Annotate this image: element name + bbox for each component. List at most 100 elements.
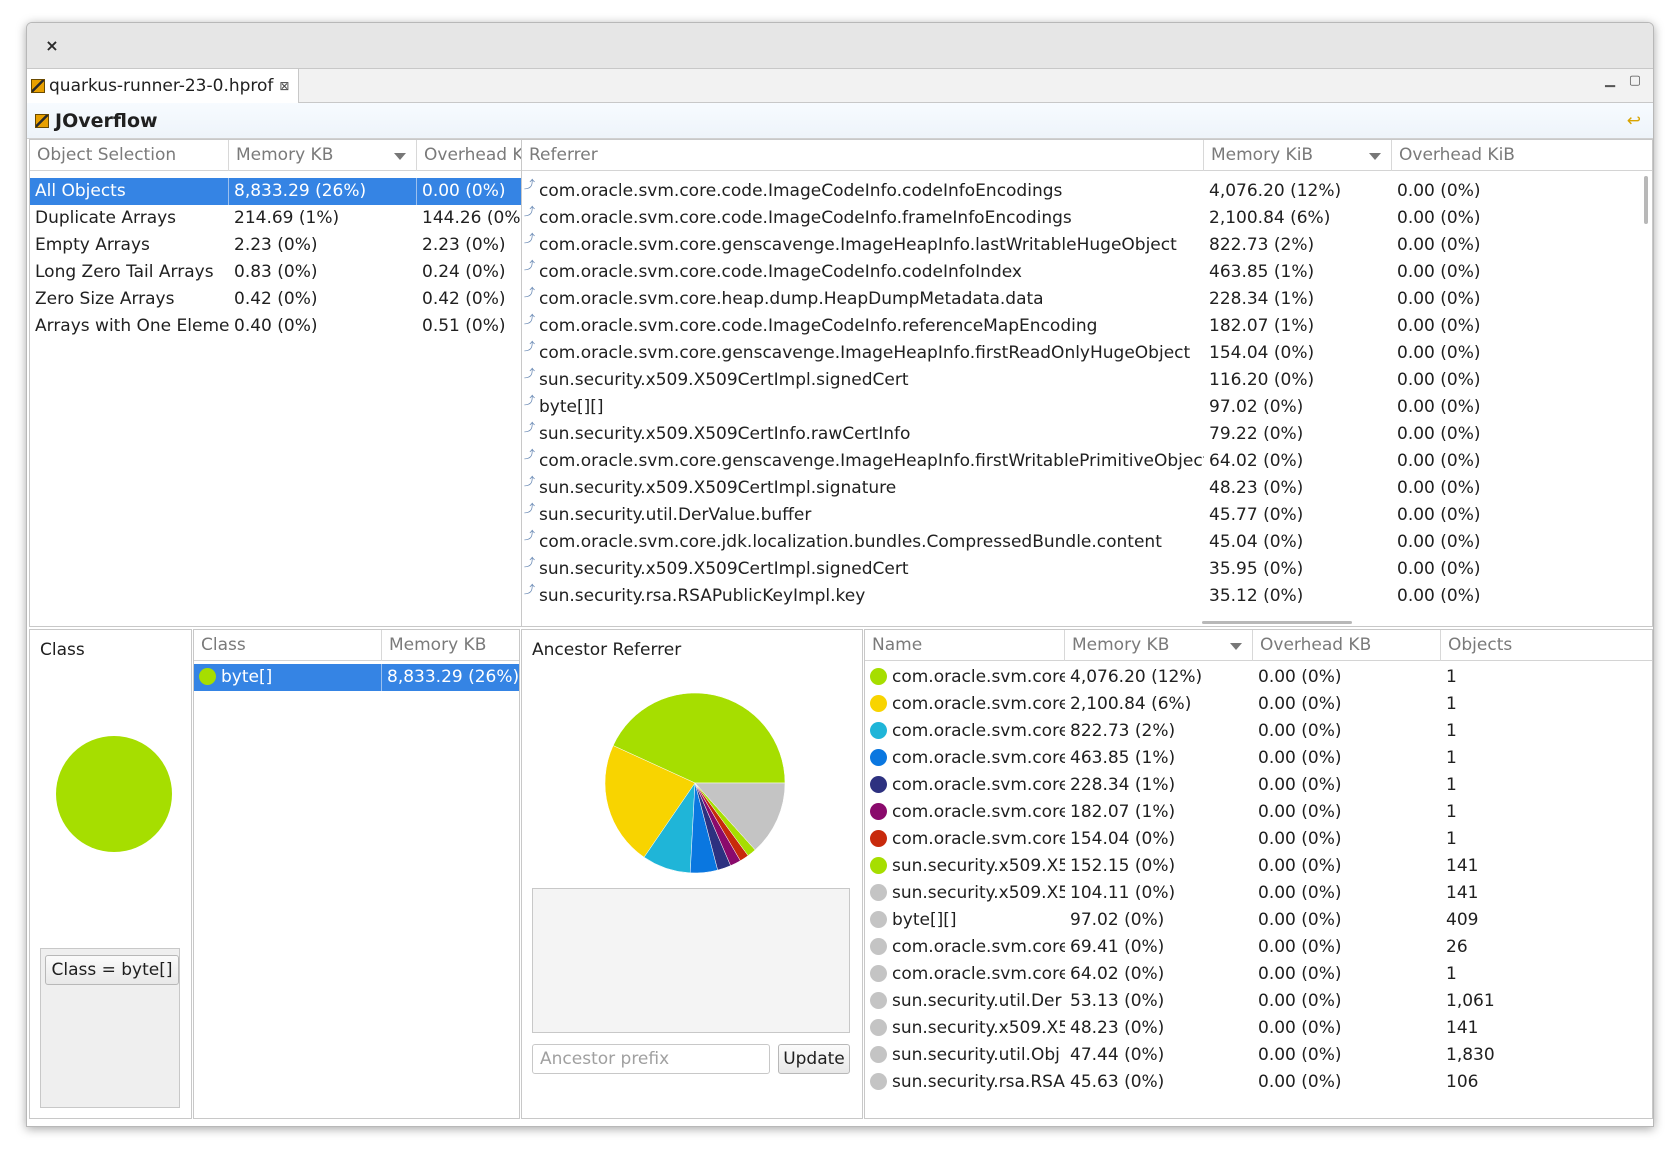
- series-color-dot: [870, 803, 887, 820]
- name-table-cell: 0.00 (0%): [1258, 883, 1342, 903]
- name-table-row[interactable]: com.oracle.svm.core 64.02 (0%) 0.00 (0%) 1: [865, 961, 1652, 988]
- name-table-cell: 69.41 (0%): [1070, 937, 1165, 957]
- name-table-row[interactable]: com.oracle.svm.core 2,100.84 (6%) 0.00 (0%…: [865, 691, 1652, 718]
- window-close-button[interactable]: ×: [41, 35, 63, 57]
- referrer-row[interactable]: ⤴ sun.security.x509.X509CertImpl.signedCe…: [522, 367, 1652, 394]
- name-table-row[interactable]: com.oracle.svm.core 69.41 (0%) 0.00 (0%) 26: [865, 934, 1652, 961]
- class-filter-button[interactable]: Class = byte[]: [45, 955, 179, 985]
- col-referrer[interactable]: Referrer: [522, 140, 1204, 171]
- referrer-row[interactable]: ⤴ com.oracle.svm.core.genscavenge.ImageHe…: [522, 448, 1652, 475]
- referrer-cell: 822.73 (2%): [1209, 235, 1315, 255]
- class-color-dot: [199, 668, 216, 685]
- referrer-row[interactable]: ⤴ sun.security.x509.X509CertInfo.rawCertI…: [522, 421, 1652, 448]
- object-selection-row[interactable]: Empty Arrays 2.23 (0%) 2.23 (0%): [30, 232, 550, 259]
- referrer-cell: 0.00 (0%): [1397, 289, 1481, 309]
- name-table-row[interactable]: sun.security.util.Obj 47.44 (0%) 0.00 (0%)…: [865, 1042, 1652, 1069]
- name-table-cell: 0.00 (0%): [1258, 964, 1342, 984]
- class-pane-title: Class: [40, 640, 85, 660]
- back-arrow-icon[interactable]: ↩: [1627, 111, 1641, 131]
- name-table-cell: com.oracle.svm.core: [865, 691, 1065, 718]
- ancestor-prefix-input[interactable]: [532, 1044, 770, 1074]
- col-name[interactable]: Name: [865, 630, 1065, 661]
- referrer-row[interactable]: ⤴ com.oracle.svm.core.genscavenge.ImageHe…: [522, 232, 1652, 259]
- name-table-cell: com.oracle.svm.core: [865, 799, 1065, 826]
- name-table-row[interactable]: com.oracle.svm.core 154.04 (0%) 0.00 (0%) 1: [865, 826, 1652, 853]
- name-table-cell: 0.00 (0%): [1258, 1045, 1342, 1065]
- referrer-cell: com.oracle.svm.core.code.ImageCodeInfo.c…: [539, 181, 1063, 201]
- referrer-row[interactable]: ⤴ com.oracle.svm.core.genscavenge.ImageHe…: [522, 340, 1652, 367]
- series-color-dot: [870, 1046, 887, 1063]
- minimize-icon[interactable]: ▁: [1605, 73, 1615, 88]
- col-name-memory-kb[interactable]: Memory KB: [1065, 630, 1253, 661]
- object-selection-row[interactable]: All Objects 8,833.29 (26%) 0.00 (0%): [30, 178, 550, 205]
- object-selection-row[interactable]: Duplicate Arrays 214.69 (1%) 144.26 (0%): [30, 205, 550, 232]
- name-label: sun.security.rsa.RSAI: [892, 1072, 1065, 1092]
- tab-close-icon[interactable]: ⊠: [279, 79, 289, 93]
- referrer-row[interactable]: ⤴ com.oracle.svm.core.heap.dump.HeapDumpM…: [522, 286, 1652, 313]
- referrer-row[interactable]: ⤴ byte[][] 97.02 (0%) 0.00 (0%): [522, 394, 1652, 421]
- name-table-row[interactable]: com.oracle.svm.core 822.73 (2%) 0.00 (0%) 1: [865, 718, 1652, 745]
- class-table-row[interactable]: byte[] 8,833.29 (26%): [194, 664, 519, 691]
- name-table-cell: 0.00 (0%): [1258, 937, 1342, 957]
- referrer-row[interactable]: ⤴ sun.security.util.DerValue.buffer 45.77 …: [522, 502, 1652, 529]
- referrer-body: ⤴ com.oracle.svm.core.code.ImageCodeInfo.…: [522, 172, 1652, 626]
- update-button[interactable]: Update: [778, 1044, 850, 1074]
- col-class[interactable]: Class: [194, 630, 382, 661]
- referrer-cell: 0.00 (0%): [1397, 505, 1481, 525]
- col-name-overhead-kb[interactable]: Overhead KB: [1253, 630, 1441, 661]
- name-label: com.oracle.svm.core: [892, 721, 1065, 741]
- col-memory-kb[interactable]: Memory KB: [229, 140, 417, 171]
- title-bar: ×: [27, 23, 1653, 69]
- name-table-row[interactable]: sun.security.rsa.RSAI 45.63 (0%) 0.00 (0%)…: [865, 1069, 1652, 1096]
- referrer-row[interactable]: ⤴ com.oracle.svm.core.code.ImageCodeInfo.…: [522, 313, 1652, 340]
- name-table-row[interactable]: com.oracle.svm.core 228.34 (1%) 0.00 (0%) 1: [865, 772, 1652, 799]
- referrer-row[interactable]: ⤴ com.oracle.svm.core.jdk.localization.bu…: [522, 529, 1652, 556]
- col-object-selection[interactable]: Object Selection: [30, 140, 229, 171]
- name-table-row[interactable]: sun.security.x509.X5 104.11 (0%) 0.00 (0%)…: [865, 880, 1652, 907]
- referrer-row[interactable]: ⤴ com.oracle.svm.core.code.ImageCodeInfo.…: [522, 205, 1652, 232]
- col-objects[interactable]: Objects: [1441, 630, 1652, 661]
- referrer-row[interactable]: ⤴ com.oracle.svm.core.code.ImageCodeInfo.…: [522, 259, 1652, 286]
- referrer-scrollbar-vertical[interactable]: [1644, 176, 1648, 224]
- object-selection-row[interactable]: Long Zero Tail Arrays 0.83 (0%) 0.24 (0%): [30, 259, 550, 286]
- maximize-icon[interactable]: ▢: [1629, 73, 1641, 88]
- object-selection-row[interactable]: Arrays with One Elemen 0.40 (0%) 0.51 (0%): [30, 313, 550, 340]
- referrer-cell: 35.12 (0%): [1209, 586, 1304, 606]
- name-table-row[interactable]: com.oracle.svm.core 463.85 (1%) 0.00 (0%) 1: [865, 745, 1652, 772]
- name-table-cell: 0.00 (0%): [1258, 721, 1342, 741]
- name-table-cell: 0.00 (0%): [1258, 856, 1342, 876]
- object-selection-row[interactable]: Zero Size Arrays 0.42 (0%) 0.42 (0%): [30, 286, 550, 313]
- name-table-row[interactable]: com.oracle.svm.core 4,076.20 (12%) 0.00 (0…: [865, 664, 1652, 691]
- name-table-row[interactable]: com.oracle.svm.core 182.07 (1%) 0.00 (0%) 1: [865, 799, 1652, 826]
- referrer-row[interactable]: ⤴ com.oracle.svm.core.code.ImageCodeInfo.…: [522, 178, 1652, 205]
- name-table-row[interactable]: sun.security.util.Der 53.13 (0%) 0.00 (0%)…: [865, 988, 1652, 1015]
- referrer-scrollbar-horizontal[interactable]: [1202, 621, 1352, 624]
- series-color-dot: [870, 722, 887, 739]
- name-table-cell: 1: [1446, 802, 1457, 822]
- col-memory-kib[interactable]: Memory KiB: [1204, 140, 1392, 171]
- referrer-cell: sun.security.util.DerValue.buffer: [539, 505, 812, 525]
- col-class-memory-kb[interactable]: Memory KB: [382, 630, 519, 661]
- name-table-row[interactable]: byte[][] 97.02 (0%) 0.00 (0%) 409: [865, 907, 1652, 934]
- name-table-cell: 1,830: [1446, 1045, 1495, 1065]
- referrer-cell: com.oracle.svm.core.genscavenge.ImageHea…: [539, 235, 1177, 255]
- name-table-row[interactable]: sun.security.x509.X5 152.15 (0%) 0.00 (0%)…: [865, 853, 1652, 880]
- col-overhead-kib[interactable]: Overhead KiB: [1392, 140, 1652, 171]
- object-selection-cell: Duplicate Arrays: [35, 208, 177, 228]
- referrer-row[interactable]: ⤴ sun.security.x509.X509CertImpl.signedCe…: [522, 556, 1652, 583]
- referrer-row[interactable]: ⤴ sun.security.x509.X509CertImpl.signatur…: [522, 475, 1652, 502]
- name-table-cell: com.oracle.svm.core: [865, 718, 1065, 745]
- referrer-cell: 0.00 (0%): [1397, 181, 1481, 201]
- class-pie-slice[interactable]: [56, 736, 172, 852]
- name-table-cell: 26: [1446, 937, 1468, 957]
- name-table-cell: 463.85 (1%): [1070, 748, 1176, 768]
- editor-tab-hprof[interactable]: quarkus-runner-23-0.hprof ⊠: [27, 69, 299, 103]
- referrer-cell: sun.security.x509.X509CertImpl.signedCer…: [539, 370, 909, 390]
- col-memory-kib-label: Memory KiB: [1211, 145, 1314, 165]
- name-table-row[interactable]: sun.security.x509.X5 48.23 (0%) 0.00 (0%) 1…: [865, 1015, 1652, 1042]
- referrer-row[interactable]: ⤴ sun.security.rsa.RSAPublicKeyImpl.key 35…: [522, 583, 1652, 610]
- view-header: JOverflow ↩: [27, 103, 1653, 139]
- name-label: com.oracle.svm.core: [892, 802, 1065, 822]
- referrer-cell: byte[][]: [539, 397, 604, 417]
- name-table-cell: sun.security.x509.X5: [865, 880, 1065, 907]
